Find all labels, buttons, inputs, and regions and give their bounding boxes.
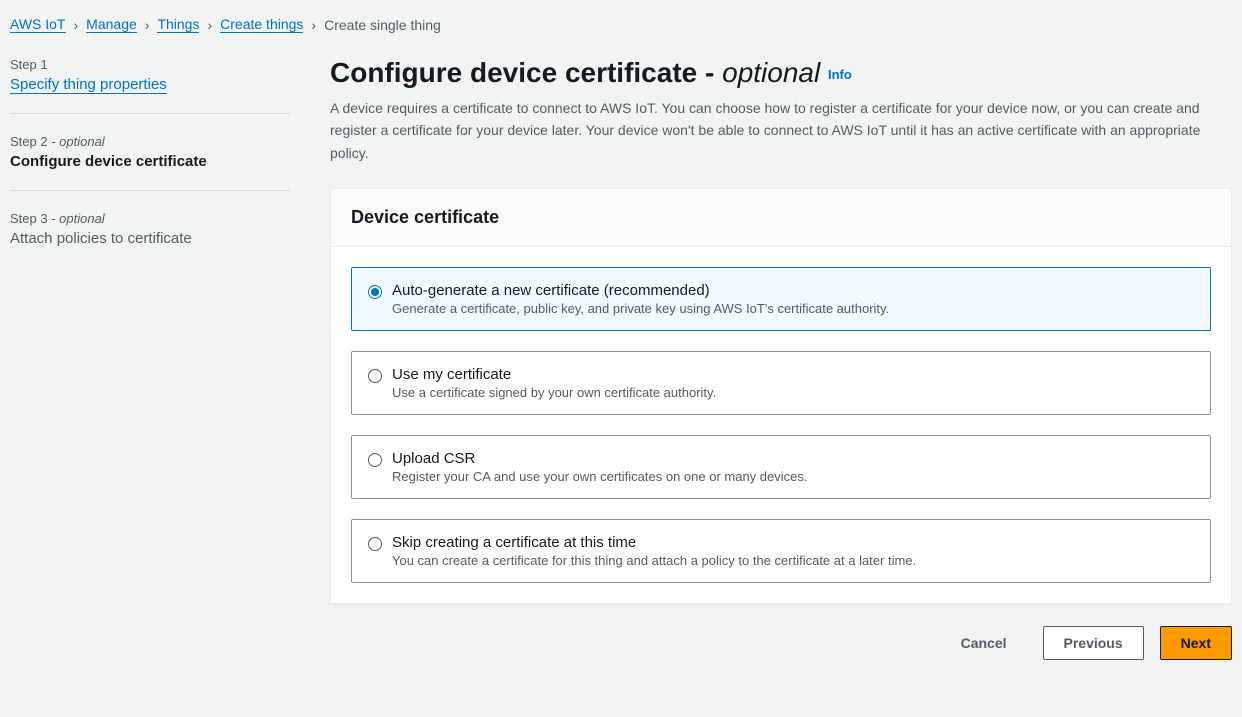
breadcrumb: AWS IoT › Manage › Things › Create thing…	[10, 16, 1232, 33]
step-2: Step 2 - optional Configure device certi…	[10, 134, 290, 191]
step-label: Step 2 - optional	[10, 134, 290, 149]
option-desc: Generate a certificate, public key, and …	[392, 301, 889, 316]
page-title-sep: -	[697, 57, 722, 88]
radio-icon	[368, 537, 382, 551]
radio-icon	[368, 285, 382, 299]
breadcrumb-aws-iot[interactable]: AWS IoT	[10, 16, 66, 33]
option-title: Skip creating a certificate at this time	[392, 534, 916, 551]
radio-icon	[368, 369, 382, 383]
next-button[interactable]: Next	[1160, 626, 1232, 660]
step-1-title[interactable]: Specify thing properties	[10, 76, 167, 94]
wizard-footer: Cancel Previous Next	[330, 626, 1232, 660]
option-upload-csr[interactable]: Upload CSR Register your CA and use your…	[351, 435, 1211, 499]
breadcrumb-manage[interactable]: Manage	[86, 16, 137, 33]
step-label: Step 1	[10, 57, 290, 72]
step-number: Step 2	[10, 134, 48, 149]
wizard-steps-sidebar: Step 1 Specify thing properties Step 2 -…	[10, 57, 290, 660]
option-desc: You can create a certificate for this th…	[392, 553, 916, 568]
chevron-right-icon: ›	[207, 17, 212, 33]
page-title-optional: optional	[722, 57, 820, 88]
breadcrumb-current: Create single thing	[324, 17, 441, 33]
page-title: Configure device certificate - optional …	[330, 57, 1232, 89]
info-link[interactable]: Info	[828, 67, 852, 82]
page-description: A device requires a certificate to conne…	[330, 97, 1232, 164]
option-desc: Register your CA and use your own certif…	[392, 469, 808, 484]
step-number: Step 1	[10, 57, 48, 72]
radio-icon	[368, 453, 382, 467]
panel-title: Device certificate	[351, 207, 1211, 228]
page-title-main: Configure device certificate	[330, 57, 697, 88]
step-2-title: Configure device certificate	[10, 153, 290, 170]
option-text: Skip creating a certificate at this time…	[392, 534, 916, 568]
panel-header: Device certificate	[331, 189, 1231, 247]
breadcrumb-create-things[interactable]: Create things	[220, 16, 303, 33]
step-label: Step 3 - optional	[10, 211, 290, 226]
device-certificate-panel: Device certificate Auto-generate a new c…	[330, 188, 1232, 604]
option-text: Upload CSR Register your CA and use your…	[392, 450, 808, 484]
option-skip-certificate[interactable]: Skip creating a certificate at this time…	[351, 519, 1211, 583]
step-optional: - optional	[48, 211, 105, 226]
chevron-right-icon: ›	[74, 17, 79, 33]
option-auto-generate[interactable]: Auto-generate a new certificate (recomme…	[351, 267, 1211, 331]
step-number: Step 3	[10, 211, 48, 226]
step-3: Step 3 - optional Attach policies to cer…	[10, 211, 290, 267]
chevron-right-icon: ›	[311, 17, 316, 33]
chevron-right-icon: ›	[145, 17, 150, 33]
panel-body: Auto-generate a new certificate (recomme…	[331, 247, 1231, 603]
option-title: Upload CSR	[392, 450, 808, 467]
option-desc: Use a certificate signed by your own cer…	[392, 385, 716, 400]
cancel-button[interactable]: Cancel	[941, 627, 1027, 659]
previous-button[interactable]: Previous	[1043, 626, 1144, 660]
step-1: Step 1 Specify thing properties	[10, 57, 290, 114]
option-use-my-certificate[interactable]: Use my certificate Use a certificate sig…	[351, 351, 1211, 415]
option-text: Use my certificate Use a certificate sig…	[392, 366, 716, 400]
option-title: Auto-generate a new certificate (recomme…	[392, 282, 889, 299]
option-text: Auto-generate a new certificate (recomme…	[392, 282, 889, 316]
step-optional: - optional	[48, 134, 105, 149]
breadcrumb-things[interactable]: Things	[157, 16, 199, 33]
option-title: Use my certificate	[392, 366, 716, 383]
step-3-title: Attach policies to certificate	[10, 230, 290, 247]
main-content: Configure device certificate - optional …	[330, 57, 1232, 660]
